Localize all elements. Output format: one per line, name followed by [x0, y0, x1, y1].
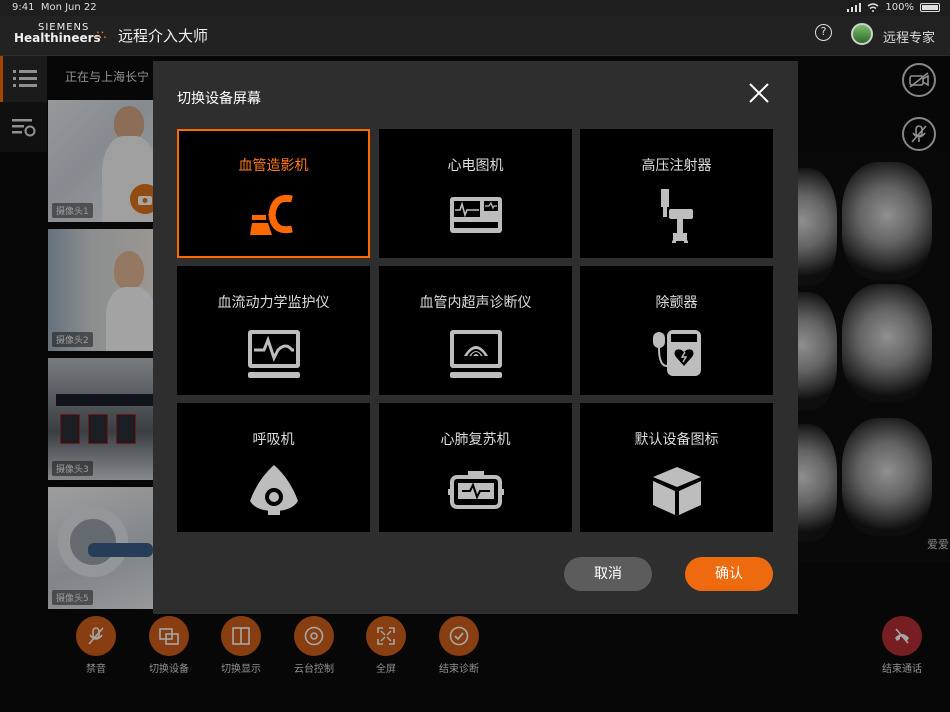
confirm-button[interactable]: 确认: [685, 557, 773, 591]
battery-percent: 100%: [885, 2, 914, 13]
device-tile-ventilator[interactable]: 呼吸机: [177, 403, 370, 532]
device-tile-cpr-machine[interactable]: 心肺复苏机: [379, 403, 572, 532]
logo-line2: Healthineers: [14, 31, 101, 45]
siemens-logo: SIEMENS Healthineers ∴∴: [14, 22, 106, 45]
cancel-button[interactable]: 取消: [564, 557, 652, 591]
device-label: 血管内超声诊断仪: [419, 295, 532, 311]
avatar[interactable]: [851, 23, 873, 45]
device-tile-ecg[interactable]: 心电图机: [379, 129, 572, 258]
device-label: 高压注射器: [641, 158, 712, 174]
switch-device-dialog: 切换设备屏幕 血管造影机 心电图机 高压注射器 血流动力学监护仪 血管内超声诊断…: [153, 61, 798, 614]
device-tile-defibrillator[interactable]: 除颤器: [580, 266, 773, 395]
help-icon[interactable]: ?: [815, 24, 832, 41]
app-title: 远程介入大师: [118, 27, 209, 45]
battery-icon: [920, 3, 940, 12]
logo-dots-icon: ∴∴: [94, 28, 106, 42]
device-label: 呼吸机: [252, 432, 295, 448]
status-indicators: 100%: [847, 2, 940, 13]
app-header: SIEMENS Healthineers ∴∴ 远程介入大师 ? 远程专家: [0, 16, 950, 56]
wifi-icon: [867, 3, 879, 12]
user-name[interactable]: 远程专家: [883, 27, 935, 46]
default-device-icon: [652, 467, 701, 515]
device-tile-hemodynamic-monitor[interactable]: 血流动力学监护仪: [177, 266, 370, 395]
device-label: 除颤器: [655, 295, 698, 311]
injector-icon: [660, 189, 693, 243]
device-label: 血管造影机: [238, 158, 309, 174]
status-time: 9:41 Mon Jun 22: [12, 2, 97, 13]
ultrasound-icon: [449, 330, 502, 378]
hemodynamic-monitor-icon: [247, 330, 300, 378]
close-icon: [749, 83, 769, 103]
device-tile-default[interactable]: 默认设备图标: [580, 403, 773, 532]
ventilator-icon: [249, 465, 298, 515]
dialog-title: 切换设备屏幕: [177, 91, 261, 107]
close-button[interactable]: [746, 80, 772, 106]
angiography-icon: [249, 194, 293, 235]
device-tile-ultrasound[interactable]: 血管内超声诊断仪: [379, 266, 572, 395]
device-label: 心电图机: [447, 158, 504, 174]
cpr-machine-icon: [447, 471, 504, 509]
device-tile-injector[interactable]: 高压注射器: [580, 129, 773, 258]
device-label: 血流动力学监护仪: [217, 295, 330, 311]
defibrillator-icon: [652, 330, 701, 376]
signal-icon: [847, 3, 862, 12]
status-bar: 9:41 Mon Jun 22 100%: [0, 0, 950, 16]
device-label: 心肺复苏机: [440, 432, 511, 448]
device-tile-angiography[interactable]: 血管造影机: [177, 129, 370, 258]
ecg-machine-icon: [449, 197, 502, 233]
device-label: 默认设备图标: [634, 432, 719, 448]
